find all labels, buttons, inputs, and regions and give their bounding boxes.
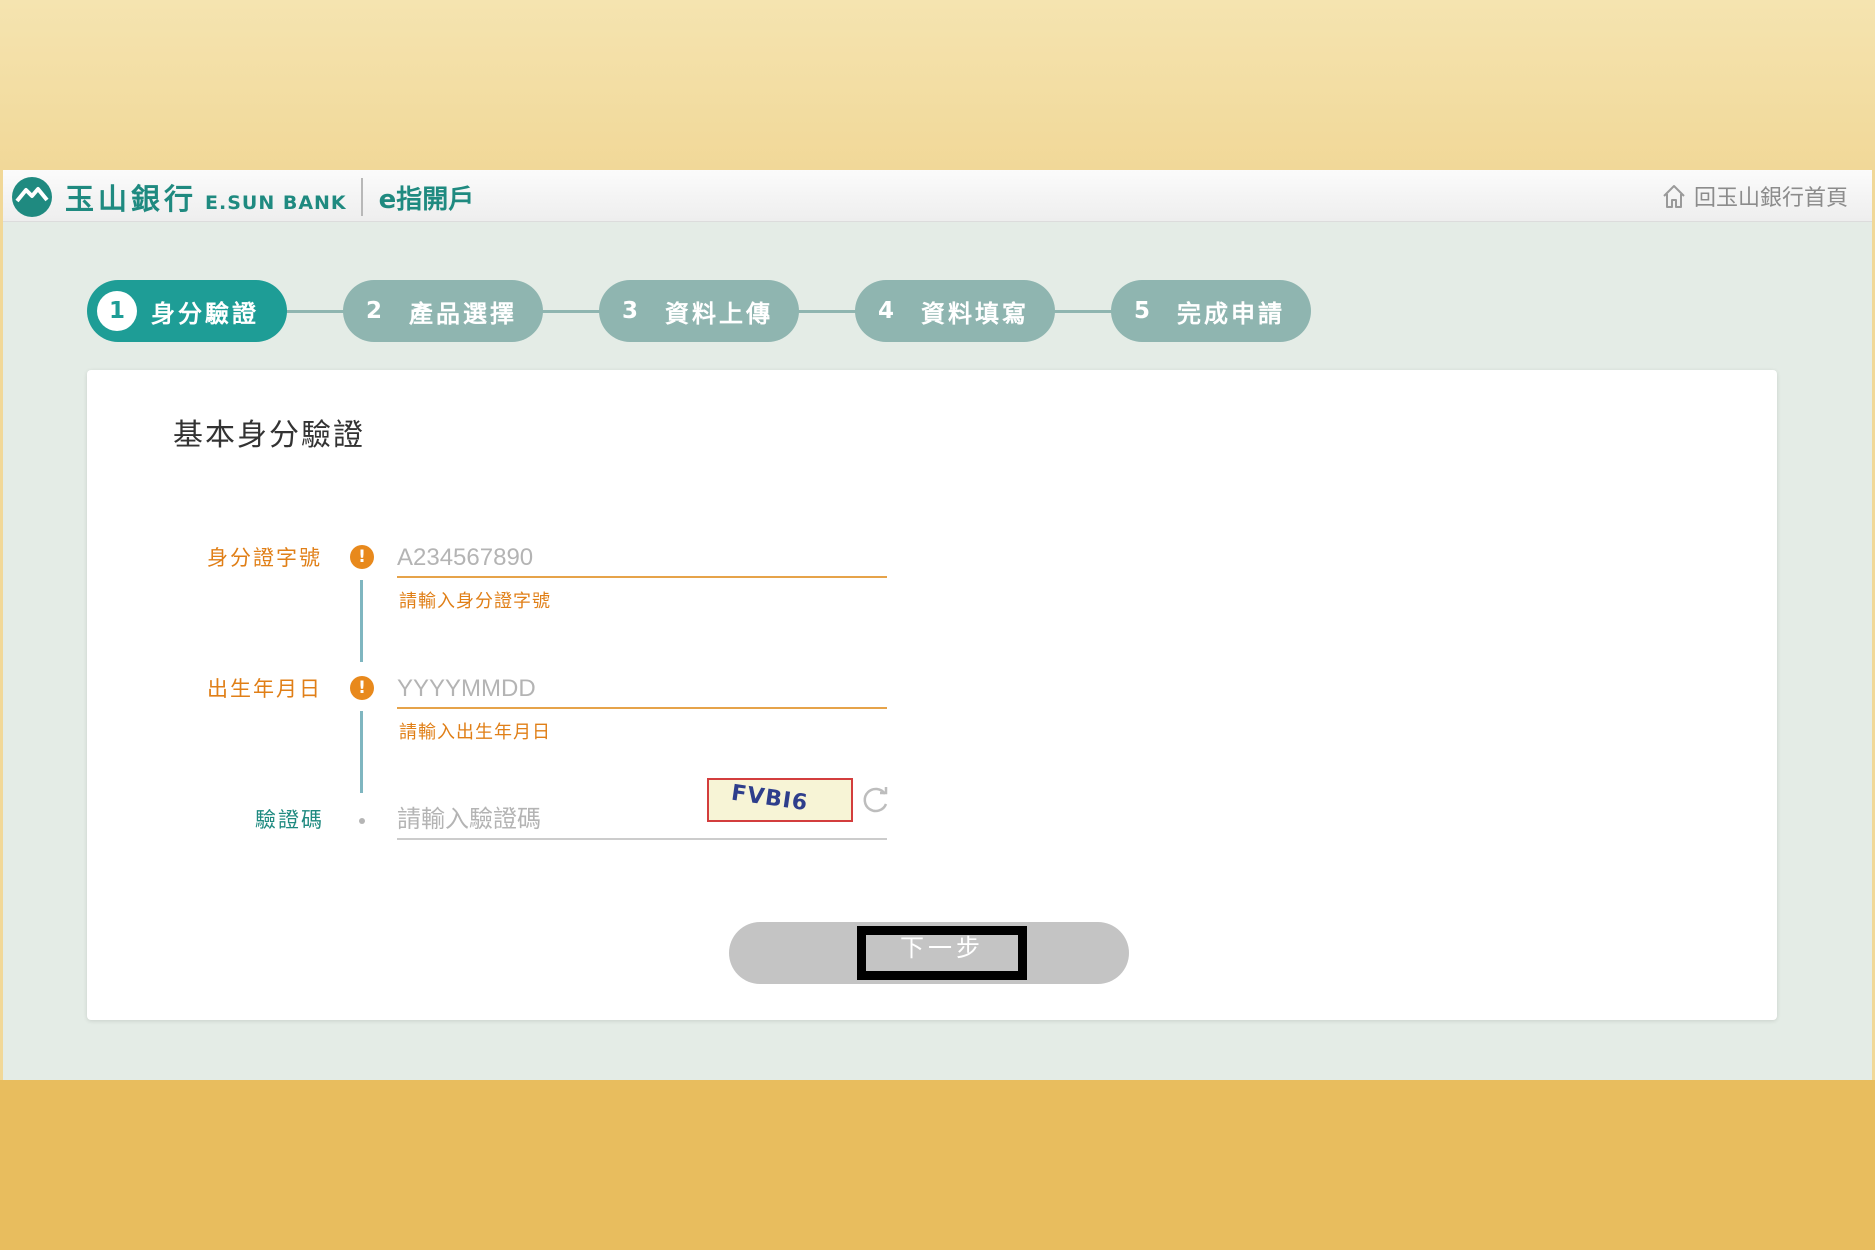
id-number-error: 請輸入身分證字號 [399,591,551,612]
warning-icon: ! [350,545,374,569]
step-number: 2 [365,298,382,324]
captcha-text: FVBI6 [729,780,810,817]
app-name: e指開戶 [378,184,475,215]
id-number-input[interactable] [397,540,887,578]
captcha-label: 驗證碼 [255,808,324,832]
app-window: 玉山銀行 E.SUN BANK e指開戶 回玉山銀行首頁 1 身分驗證 2 產品… [3,170,1872,1080]
esun-logo-icon [12,177,52,217]
birth-date-row: 出生年月日 ! 請輸入出生年月日 [87,671,987,753]
next-button[interactable] [729,922,1129,984]
step-label: 資料填寫 [921,299,1029,328]
field-connector [360,711,363,793]
step-label: 產品選擇 [409,299,517,328]
step-complete: 5 完成申請 [1111,280,1311,342]
step-label: 完成申請 [1177,299,1285,328]
bottom-background [0,1080,1875,1250]
captcha-row: 驗證碼 FVBI6 [87,778,987,884]
header-bar: 玉山銀行 E.SUN BANK e指開戶 回玉山銀行首頁 [3,170,1872,222]
step-number: 5 [1133,298,1150,324]
page-title: 基本身分驗證 [173,418,365,453]
home-link[interactable]: 回玉山銀行首頁 [1660,180,1848,212]
step-identity: 1 身分驗證 [87,280,287,342]
step-upload: 3 資料上傳 [599,280,799,342]
step-number: 1 [97,291,137,331]
step-product: 2 產品選擇 [343,280,543,342]
brand-name-en: E.SUN BANK [205,192,347,214]
progress-steps: 1 身分驗證 2 產品選擇 3 資料上傳 4 資料填寫 5 完成申請 [87,280,1327,342]
id-number-label: 身分證字號 [207,546,322,570]
home-link-label: 回玉山銀行首頁 [1693,186,1848,211]
field-status-dot [359,818,365,824]
captcha-image: FVBI6 [707,778,853,822]
warning-icon: ! [350,676,374,700]
id-number-row: 身分證字號 ! 請輸入身分證字號 [87,540,987,622]
birth-date-label: 出生年月日 [207,677,322,701]
birth-date-input[interactable] [397,671,887,709]
step-label: 身分驗證 [151,299,259,328]
birth-date-error: 請輸入出生年月日 [399,722,551,743]
brand-logo[interactable]: 玉山銀行 E.SUN BANK e指開戶 [11,176,474,218]
step-label: 資料上傳 [665,299,773,328]
verification-card: 基本身分驗證 身分證字號 ! 請輸入身分證字號 出生年月日 ! 請輸入出生年月日… [87,370,1777,1020]
field-connector [360,580,363,662]
refresh-icon[interactable] [859,784,891,816]
step-number: 4 [877,298,894,324]
brand-divider [360,178,363,216]
top-background [0,0,1875,170]
step-number: 3 [621,298,638,324]
step-fill-data: 4 資料填寫 [855,280,1055,342]
brand-name-zh: 玉山銀行 [65,182,198,216]
home-icon [1663,185,1685,208]
